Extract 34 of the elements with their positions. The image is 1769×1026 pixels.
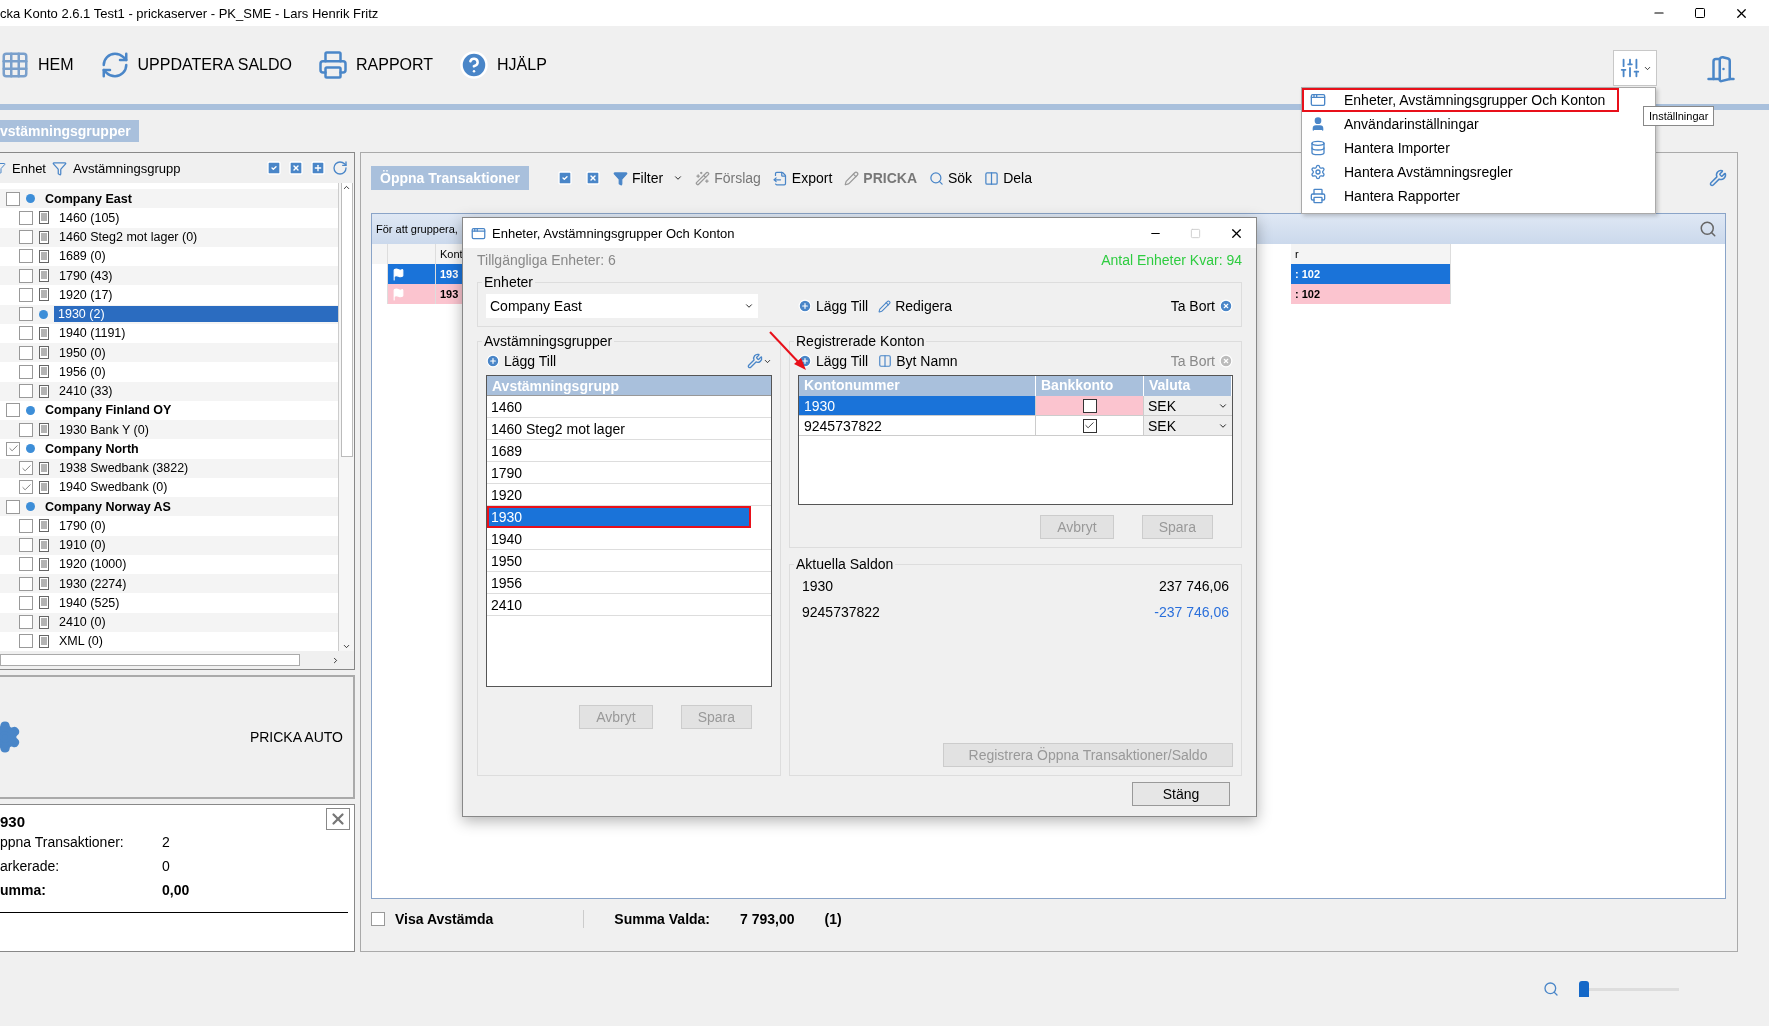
window-title: cka Konto 2.6.1 Test1 - prickaserver - PK_SME - Lars Henrik Fritz [0, 5, 379, 21]
dialog-title: Enheter, Avstämningsgrupper Och Konton [492, 225, 735, 241]
info-value: 2 [162, 834, 171, 850]
account-number: 1930 [802, 578, 834, 594]
info-label: ppna Transaktioner: [0, 834, 125, 850]
group-label: Aktuella Saldon [795, 556, 895, 572]
column-header: r [1291, 244, 1451, 264]
tooltip: Inställningar [1643, 106, 1715, 126]
info-label: arkerade: [0, 858, 61, 874]
table-cell: 9245737822 [799, 416, 1036, 436]
column-header: Avstämningsgrupp [487, 376, 771, 396]
table-cell: 1930 [799, 396, 1036, 416]
info-value: 0 [162, 858, 171, 874]
table-cell: : 102 [1291, 284, 1451, 304]
sum-label: Summa Valda: [614, 911, 711, 927]
checkbox-label: Visa Avstämda [395, 911, 494, 927]
column-header: Valuta [1144, 376, 1232, 396]
info-title: 930 [0, 813, 26, 830]
group-label: Enheter [483, 274, 535, 290]
account-number: 9245737822 [802, 604, 880, 620]
sum-value: 7 793,00 [740, 911, 795, 927]
group-hint: För att gruppera, [376, 223, 458, 235]
group-label: Registrerade Konton [795, 333, 926, 349]
balance-amount: 237 746,06 [1158, 578, 1229, 594]
table-cell: : 102 [1291, 264, 1451, 284]
balance-amount: -237 746,06 [1154, 604, 1229, 620]
info-value: 0,00 [162, 882, 191, 898]
info-label: umma: [0, 882, 47, 898]
group-label: Avstämningsgrupper [483, 333, 614, 349]
available-units: Tillgängliga Enheter: 6 [477, 252, 616, 268]
column-header: Bankkonto [1036, 376, 1144, 396]
column-header: Kontonummer [799, 376, 1036, 396]
remaining-units: Antal Enheter Kvar: 94 [1101, 252, 1242, 268]
selected-count: (1) [824, 911, 842, 927]
